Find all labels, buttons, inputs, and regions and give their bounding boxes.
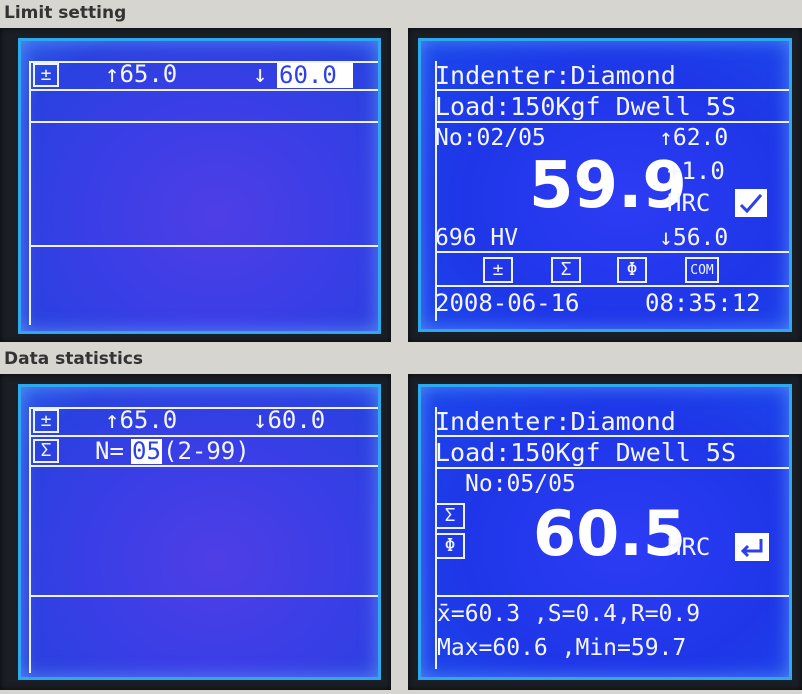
load-dwell-label: Load:150Kgf Dwell 5S [435, 92, 737, 121]
phi-icon[interactable]: Φ [617, 257, 647, 283]
sample-count-range: (2-99) [163, 437, 250, 465]
test-count-label: No:02/05 [435, 125, 546, 151]
plus-minus-icon[interactable]: ± [33, 409, 59, 433]
sigma-icon[interactable]: Σ [551, 257, 581, 283]
sample-count-input[interactable]: 05 [131, 439, 162, 464]
divider [29, 245, 378, 247]
indenter-label: Indenter:Diamond [435, 407, 676, 436]
divider [435, 121, 789, 123]
upper-limit-value: ↑62.0 [659, 125, 729, 151]
section-title-data-statistics: Data statistics [4, 349, 144, 369]
lcd-panel-statistics-result: Indenter:Diamond Load:150Kgf Dwell 5S No… [408, 374, 802, 690]
lcd-panel-limit-menu: ± ↑65.0 ↓ 60.0 [0, 28, 391, 342]
indenter-label: Indenter:Diamond [435, 61, 676, 90]
com-icon[interactable]: COM [685, 257, 719, 283]
time-label: 08:35:12 [645, 289, 761, 317]
divider [29, 407, 378, 409]
hardness-value: 59.9 [529, 149, 687, 223]
load-dwell-label: Load:150Kgf Dwell 5S [435, 438, 737, 467]
divider [435, 251, 789, 253]
sigma-icon[interactable]: Σ [33, 439, 59, 463]
test-count-label: No:05/05 [465, 471, 576, 497]
plus-minus-icon[interactable]: ± [33, 63, 59, 87]
lower-limit-input[interactable]: 60.0 [277, 62, 353, 88]
phi-icon[interactable]: Φ [435, 533, 465, 559]
statistics-line-1: x̄=60.3 ,S=0.4,R=0.9 [437, 601, 701, 627]
upper-limit-value: ↑65.0 [105, 60, 178, 88]
divider [435, 435, 789, 437]
divider-vertical [435, 61, 437, 321]
lcd-screen: Indenter:Diamond Load:150Kgf Dwell 5S No… [418, 384, 792, 680]
lcd-screen: ± ↑65.0 ↓60.0 Σ N= 05 (2-99) [18, 384, 381, 680]
section-title-limit-setting: Limit setting [4, 3, 127, 23]
down-arrow-icon: ↓ [253, 60, 268, 88]
enter-icon [735, 533, 769, 561]
plus-minus-icon[interactable]: ± [483, 257, 513, 283]
lcd-panel-measurement: Indenter:Diamond Load:150Kgf Dwell 5S No… [408, 28, 802, 342]
divider [435, 595, 789, 597]
divider [435, 467, 789, 469]
divider [29, 89, 378, 91]
lcd-screen: Indenter:Diamond Load:150Kgf Dwell 5S No… [418, 38, 792, 332]
divider-vertical [435, 407, 437, 669]
upper-limit-value: ↑65.0 [105, 406, 178, 434]
sample-count-label: N= [95, 437, 124, 465]
sigma-icon[interactable]: Σ [435, 503, 465, 529]
date-label: 2008-06-16 [435, 289, 580, 317]
divider [29, 61, 378, 63]
divider-vertical [29, 407, 31, 673]
divider [29, 465, 378, 467]
divider-vertical [29, 61, 31, 325]
scale-label: HRC [667, 533, 711, 561]
lcd-panel-statistics-menu: ± ↑65.0 ↓60.0 Σ N= 05 (2-99) [0, 374, 391, 690]
divider [29, 595, 378, 597]
check-icon [735, 189, 767, 217]
divider [435, 89, 789, 91]
scale-label: HRC [667, 189, 711, 217]
statistics-line-2: Max=60.6 ,Min=59.7 [437, 635, 687, 661]
lower-limit-value: ↓60.0 [253, 406, 326, 434]
mean-hardness-value: 60.5 [533, 497, 686, 570]
deviation-value: +1.0 [667, 157, 725, 185]
hv-conversion: 696 HV [435, 225, 519, 251]
lcd-screen: ± ↑65.0 ↓ 60.0 [18, 38, 381, 334]
lower-limit-value: ↓56.0 [659, 225, 729, 251]
divider [29, 121, 378, 123]
divider [435, 285, 789, 287]
